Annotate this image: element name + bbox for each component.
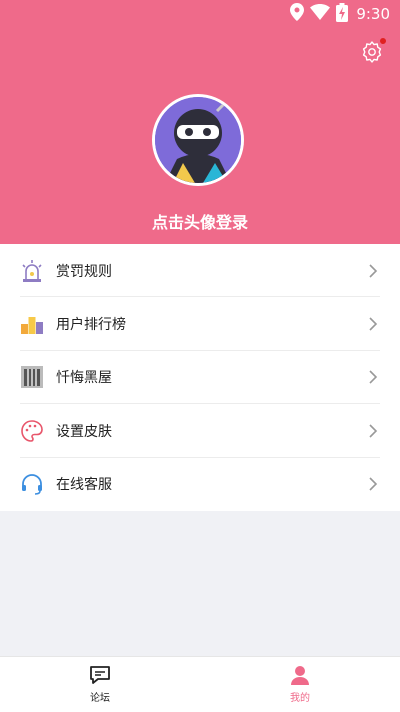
menu-item-label: 忏悔黑屋 (56, 370, 112, 387)
login-prompt[interactable]: 点击头像登录 (0, 209, 400, 233)
tab-label: 我的 (290, 693, 310, 704)
chevron-right-icon (369, 477, 378, 491)
location-icon (290, 3, 305, 25)
menu-item-label: 用户排行榜 (56, 317, 126, 334)
avatar[interactable] (152, 94, 244, 186)
menu-item-customer-service[interactable]: 在线客服 (0, 458, 400, 511)
menu-item-leaderboard[interactable]: 用户排行榜 (0, 297, 400, 352)
menu-item-label: 设置皮肤 (56, 423, 112, 440)
alarm-light-icon (20, 259, 44, 283)
tab-label: 论坛 (90, 693, 110, 704)
leaderboard-icon (20, 312, 44, 336)
bottom-tab-bar: 论坛 我的 (0, 656, 400, 712)
status-time: 9:30 (356, 5, 390, 23)
menu-list: 赏罚规则 用户排行榜 忏悔黑屋 设置皮肤 在线客服 (0, 244, 400, 511)
menu-item-jail[interactable]: 忏悔黑屋 (0, 351, 400, 405)
menu-item-label: 在线客服 (56, 477, 112, 494)
person-icon (291, 666, 309, 685)
ninja-avatar-image (155, 97, 241, 183)
notification-dot (380, 38, 386, 44)
chevron-right-icon (369, 264, 378, 278)
tab-forum[interactable]: 论坛 (0, 657, 200, 712)
chat-icon (90, 666, 110, 684)
profile-header: 9:30 点击头像登录 (0, 0, 400, 244)
palette-icon (20, 419, 44, 443)
gear-icon (362, 41, 382, 63)
jail-icon (20, 365, 44, 389)
wifi-icon (310, 4, 331, 24)
menu-item-label: 赏罚规则 (56, 263, 112, 280)
battery-icon (336, 2, 349, 26)
menu-item-skin[interactable]: 设置皮肤 (0, 404, 400, 458)
headset-icon (20, 472, 44, 496)
menu-item-rules[interactable]: 赏罚规则 (0, 244, 400, 298)
status-bar: 9:30 (0, 0, 400, 28)
tab-mine[interactable]: 我的 (200, 657, 400, 712)
chevron-right-icon (369, 424, 378, 438)
settings-button[interactable] (360, 38, 386, 64)
chevron-right-icon (369, 370, 378, 385)
chevron-right-icon (369, 317, 378, 331)
